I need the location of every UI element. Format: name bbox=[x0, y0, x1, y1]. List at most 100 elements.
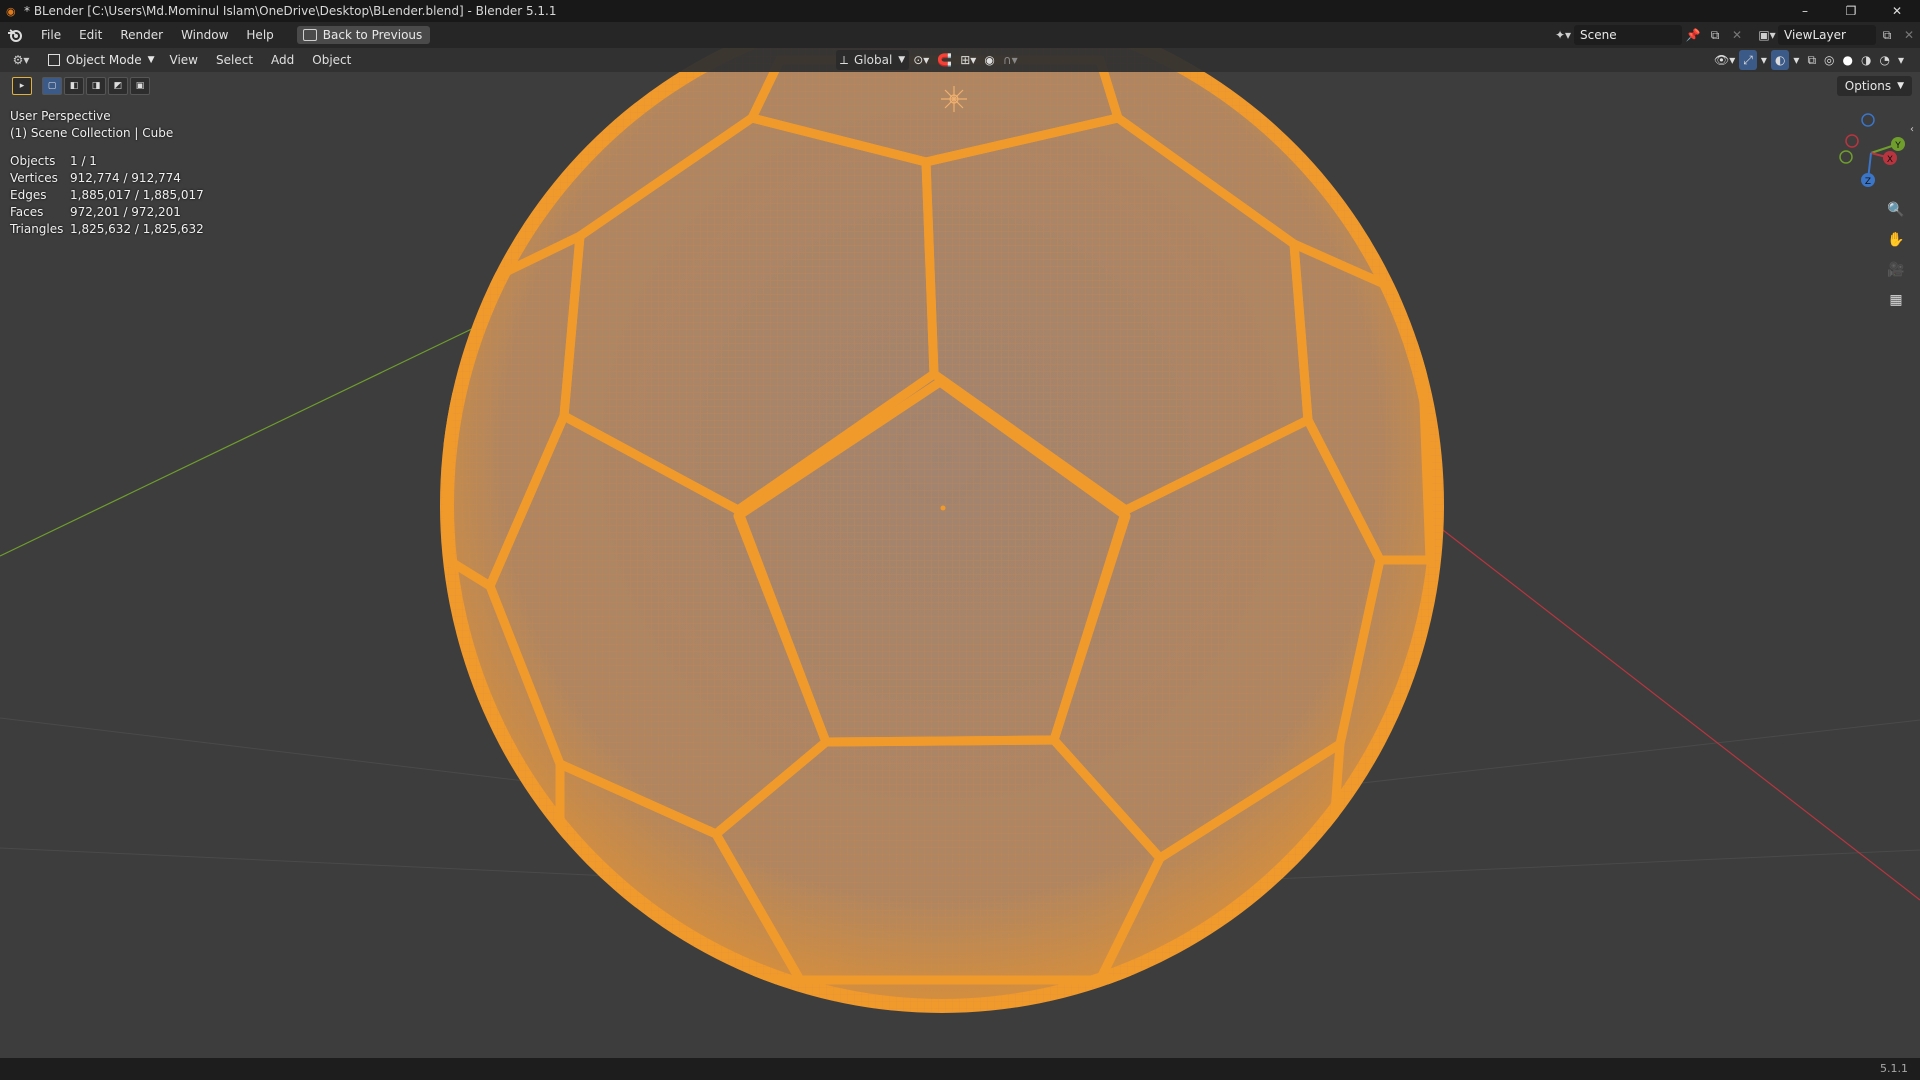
viewport-menu-view[interactable]: View bbox=[161, 53, 207, 67]
gizmo-y-label: Y bbox=[1894, 141, 1901, 151]
solid-shading-icon[interactable]: ● bbox=[1839, 50, 1857, 70]
object-mode-icon bbox=[48, 54, 60, 66]
viewport-header: ⚙▾ Object Mode ▼ View Select Add Object … bbox=[0, 48, 1920, 72]
stat-value: 1 / 1 bbox=[70, 154, 97, 168]
close-button[interactable]: ✕ bbox=[1874, 0, 1920, 22]
select-tool-icon[interactable]: ▸ bbox=[12, 77, 32, 95]
menu-window[interactable]: Window bbox=[172, 22, 237, 48]
tool-settings-row: ▸ ▢ ◧ ◨ ◩ ▣ bbox=[12, 76, 152, 96]
zoom-icon[interactable]: 🔍 bbox=[1882, 196, 1910, 224]
snap-icon[interactable]: 🧲 bbox=[933, 50, 956, 70]
stat-value: 972,201 / 972,201 bbox=[70, 205, 181, 219]
transform-orientation-label: Global bbox=[854, 53, 893, 67]
scene-browse-icon[interactable]: ✦▾ bbox=[1552, 25, 1574, 45]
minimize-button[interactable]: – bbox=[1782, 0, 1828, 22]
chevron-down-icon: ▼ bbox=[898, 55, 906, 65]
material-shading-icon[interactable]: ◑ bbox=[1857, 50, 1875, 70]
editor-type-icon[interactable]: ⚙▾ bbox=[8, 50, 34, 70]
stat-value: 912,774 / 912,774 bbox=[70, 171, 181, 185]
window-controls: – ❐ ✕ bbox=[1782, 0, 1920, 22]
wireframe-shading-icon[interactable]: ◎ bbox=[1820, 50, 1838, 70]
object-mode-dropdown[interactable]: Object Mode ▼ bbox=[42, 50, 161, 70]
overlay-toggle-icon[interactable]: ◐ bbox=[1770, 50, 1790, 70]
menu-file[interactable]: File bbox=[32, 22, 70, 48]
stat-row: Vertices 912,774 / 912,774 bbox=[10, 170, 204, 187]
stat-label: Vertices bbox=[10, 171, 58, 185]
shading-dropdown-icon[interactable]: ▾ bbox=[1894, 50, 1908, 70]
x-axis-line bbox=[1429, 519, 1920, 901]
sidebar-toggle-icon[interactable]: ‹ bbox=[1910, 124, 1914, 135]
pin-icon[interactable]: 📌 bbox=[1682, 25, 1704, 45]
select-intersect-icon[interactable]: ▣ bbox=[130, 77, 150, 95]
back-to-previous-label: Back to Previous bbox=[322, 28, 423, 42]
viewport-menu-object[interactable]: Object bbox=[303, 53, 360, 67]
blender-app-icon: ◉ bbox=[6, 5, 16, 18]
view-layer-selector: ▣▾ ViewLayer ⧉ ✕ bbox=[1756, 25, 1920, 45]
gizmo-x-label: X bbox=[1887, 155, 1893, 165]
delete-view-layer-icon[interactable]: ✕ bbox=[1898, 25, 1920, 45]
stat-label: Objects bbox=[10, 154, 56, 168]
scene-name-field[interactable]: Scene bbox=[1574, 25, 1682, 45]
menu-render[interactable]: Render bbox=[111, 22, 172, 48]
status-bar: 5.1.1 bbox=[0, 1058, 1920, 1080]
pan-hand-icon[interactable]: ✋ bbox=[1882, 226, 1910, 254]
select-extend-icon[interactable]: ◧ bbox=[64, 77, 84, 95]
viewport-canvas[interactable] bbox=[0, 48, 1920, 1058]
blender-logo-icon[interactable] bbox=[6, 26, 24, 44]
y-axis-line bbox=[0, 324, 481, 557]
chevron-down-icon: ▼ bbox=[147, 55, 155, 65]
transform-tools: ⟂ Global ▼ ⊙▾ 🧲 ⊞▾ ◉ ∩▾ bbox=[836, 50, 1022, 70]
collection-label: (1) Scene Collection | Cube bbox=[10, 126, 174, 140]
soccer-ball-mesh[interactable] bbox=[440, 48, 1450, 1020]
stat-row: Objects 1 / 1 bbox=[10, 153, 204, 170]
rendered-shading-icon[interactable]: ◔ bbox=[1875, 50, 1893, 70]
stat-row: Edges 1,885,017 / 1,885,017 bbox=[10, 187, 204, 204]
object-mode-label: Object Mode bbox=[66, 53, 142, 67]
stat-row: Faces 972,201 / 972,201 bbox=[10, 204, 204, 221]
menu-help[interactable]: Help bbox=[237, 22, 282, 48]
gizmo-toggle-icon[interactable]: ⤢ bbox=[1739, 50, 1757, 70]
visibility-icon[interactable]: 👁▾ bbox=[1710, 50, 1739, 70]
screen-back-icon bbox=[302, 29, 317, 41]
version-label: 5.1.1 bbox=[1880, 1062, 1908, 1075]
orientation-icon: ⟂ bbox=[840, 52, 849, 67]
new-scene-icon[interactable]: ⧉ bbox=[1704, 25, 1726, 45]
navigation-gizmo[interactable]: Y X Z bbox=[1826, 108, 1916, 188]
viewport-menu-add[interactable]: Add bbox=[262, 53, 303, 67]
viewport-menu-select[interactable]: Select bbox=[207, 53, 262, 67]
stat-value: 1,825,632 / 1,825,632 bbox=[70, 222, 204, 236]
gizmo-dropdown-icon[interactable]: ▾ bbox=[1757, 50, 1771, 70]
viewport-info-overlay: User Perspective (1) Scene Collection | … bbox=[10, 108, 173, 142]
stat-row: Triangles 1,825,632 / 1,825,632 bbox=[10, 221, 204, 238]
stat-value: 1,885,017 / 1,885,017 bbox=[70, 188, 204, 202]
viewport-display-tools: 👁▾ ⤢ ▾ ◐ ▾ ⧉ ◎ ● ◑ ◔ ▾ bbox=[1710, 50, 1908, 70]
stat-label: Edges bbox=[10, 188, 47, 202]
scene-selector: ✦▾ Scene 📌 ⧉ ✕ bbox=[1552, 25, 1748, 45]
overlay-dropdown-icon[interactable]: ▾ bbox=[1789, 50, 1803, 70]
gizmo-z-label: Z bbox=[1865, 177, 1871, 187]
view-layer-name-field[interactable]: ViewLayer bbox=[1778, 25, 1876, 45]
stat-label: Triangles bbox=[10, 222, 64, 236]
view-layer-name: ViewLayer bbox=[1784, 28, 1846, 42]
new-view-layer-icon[interactable]: ⧉ bbox=[1876, 25, 1898, 45]
menu-edit[interactable]: Edit bbox=[70, 22, 111, 48]
top-menu-bar: File Edit Render Window Help Back to Pre… bbox=[0, 22, 1920, 48]
view-layer-browse-icon[interactable]: ▣▾ bbox=[1756, 25, 1778, 45]
chevron-down-icon: ▼ bbox=[1897, 81, 1904, 91]
select-new-icon[interactable]: ▢ bbox=[42, 77, 62, 95]
xray-toggle-icon[interactable]: ⧉ bbox=[1803, 50, 1820, 70]
camera-view-icon[interactable]: 🎥 bbox=[1882, 256, 1910, 284]
options-dropdown[interactable]: Options ▼ bbox=[1836, 76, 1912, 96]
snap-target-icon[interactable]: ⊞▾ bbox=[956, 50, 980, 70]
window-title: * BLender [C:\Users\Md.Mominul Islam\One… bbox=[24, 4, 557, 18]
perspective-toggle-icon[interactable]: ▦ bbox=[1882, 286, 1910, 314]
proportional-editing-icon[interactable]: ◉ bbox=[980, 50, 998, 70]
falloff-icon[interactable]: ∩▾ bbox=[999, 50, 1022, 70]
back-to-previous-button[interactable]: Back to Previous bbox=[296, 26, 431, 44]
pivot-point-icon[interactable]: ⊙▾ bbox=[909, 50, 933, 70]
restore-button[interactable]: ❐ bbox=[1828, 0, 1874, 22]
select-invert-icon[interactable]: ◩ bbox=[108, 77, 128, 95]
delete-scene-icon[interactable]: ✕ bbox=[1726, 25, 1748, 45]
transform-orientation-dropdown[interactable]: ⟂ Global ▼ bbox=[836, 50, 910, 70]
select-subtract-icon[interactable]: ◨ bbox=[86, 77, 106, 95]
